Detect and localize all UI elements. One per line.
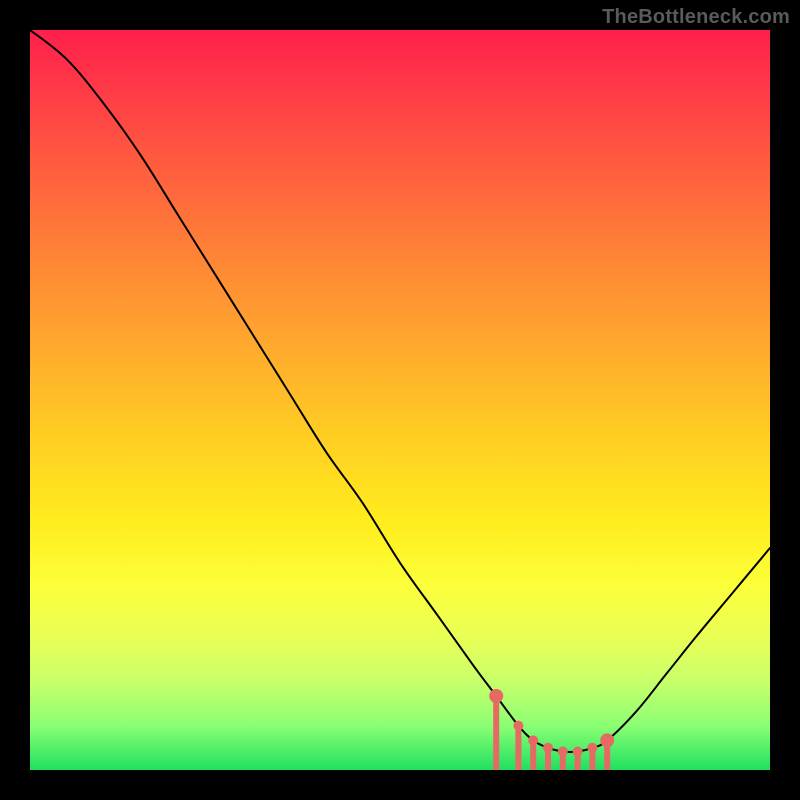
marker-dot	[528, 735, 538, 745]
chart-container: TheBottleneck.com	[0, 0, 800, 800]
marker-dot	[600, 733, 614, 747]
bottleneck-curve	[30, 30, 770, 752]
marker-dot	[558, 747, 568, 757]
marker-dot	[513, 721, 523, 731]
marker-dot	[489, 689, 503, 703]
curve-overlay	[30, 30, 770, 770]
curve-markers	[489, 689, 614, 768]
marker-dot	[543, 743, 553, 753]
marker-dot	[573, 747, 583, 757]
marker-dot	[587, 743, 597, 753]
plot-area	[30, 30, 770, 770]
watermark-text: TheBottleneck.com	[602, 6, 790, 29]
